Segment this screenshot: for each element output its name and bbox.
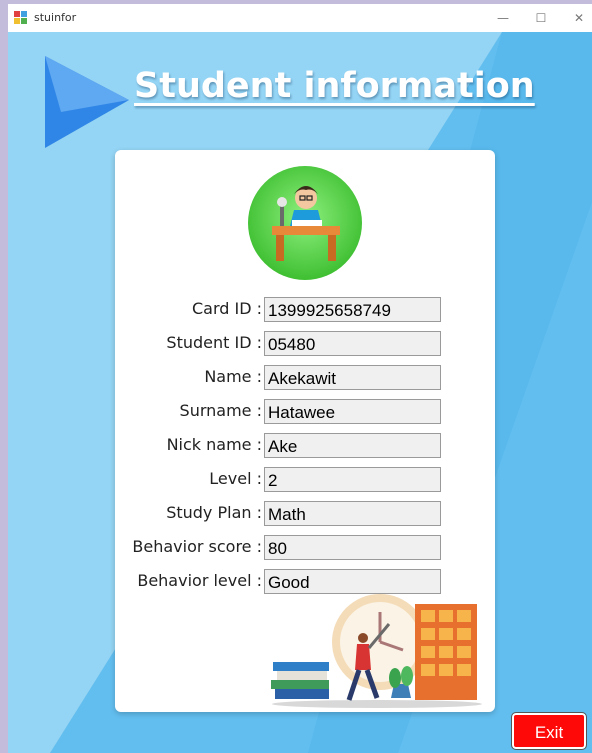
study-plan-label: Study Plan : (166, 503, 262, 522)
app-window: stuinfor — ☐ ✕ Student information Card … (8, 4, 592, 753)
play-arrow-icon (45, 56, 129, 148)
student-card: Card ID : Student ID : Name : Surname : … (115, 150, 495, 712)
student-avatar-icon (248, 166, 362, 280)
name-field[interactable] (264, 365, 441, 390)
student-id-field[interactable] (264, 331, 441, 356)
maximize-button[interactable]: ☐ (526, 8, 556, 28)
card-id-field[interactable] (264, 297, 441, 322)
nickname-row: Nick name : (115, 433, 495, 459)
surname-field[interactable] (264, 399, 441, 424)
minimize-button[interactable]: — (488, 8, 518, 28)
card-id-row: Card ID : (115, 297, 495, 323)
time-management-illustration (271, 594, 482, 708)
window-title: stuinfor (34, 11, 77, 24)
behavior-score-label: Behavior score : (132, 537, 262, 556)
study-plan-row: Study Plan : (115, 501, 495, 527)
name-row: Name : (115, 365, 495, 391)
study-plan-field[interactable] (264, 501, 441, 526)
level-field[interactable] (264, 467, 441, 492)
app-icon (14, 11, 27, 24)
behavior-score-row: Behavior score : (115, 535, 495, 561)
surname-row: Surname : (115, 399, 495, 425)
title-bar: stuinfor — ☐ ✕ (8, 4, 592, 32)
level-label: Level : (209, 469, 262, 488)
behavior-level-label: Behavior level : (137, 571, 262, 590)
main-panel: Student information Card ID : 1399925658… (8, 32, 592, 753)
close-button[interactable]: ✕ (564, 8, 592, 28)
level-row: Level : (115, 467, 495, 493)
page-title: Student information (134, 66, 535, 106)
student-id-row: Student ID : (115, 331, 495, 357)
card-id-label: Card ID : (191, 299, 262, 318)
surname-label: Surname : (179, 401, 262, 420)
name-label: Name : (204, 367, 262, 386)
student-id-label: Student ID : (166, 333, 262, 352)
nickname-field[interactable] (264, 433, 441, 458)
exit-button[interactable]: Exit (511, 712, 587, 750)
behavior-score-field[interactable] (264, 535, 441, 560)
nickname-label: Nick name : (166, 435, 262, 454)
